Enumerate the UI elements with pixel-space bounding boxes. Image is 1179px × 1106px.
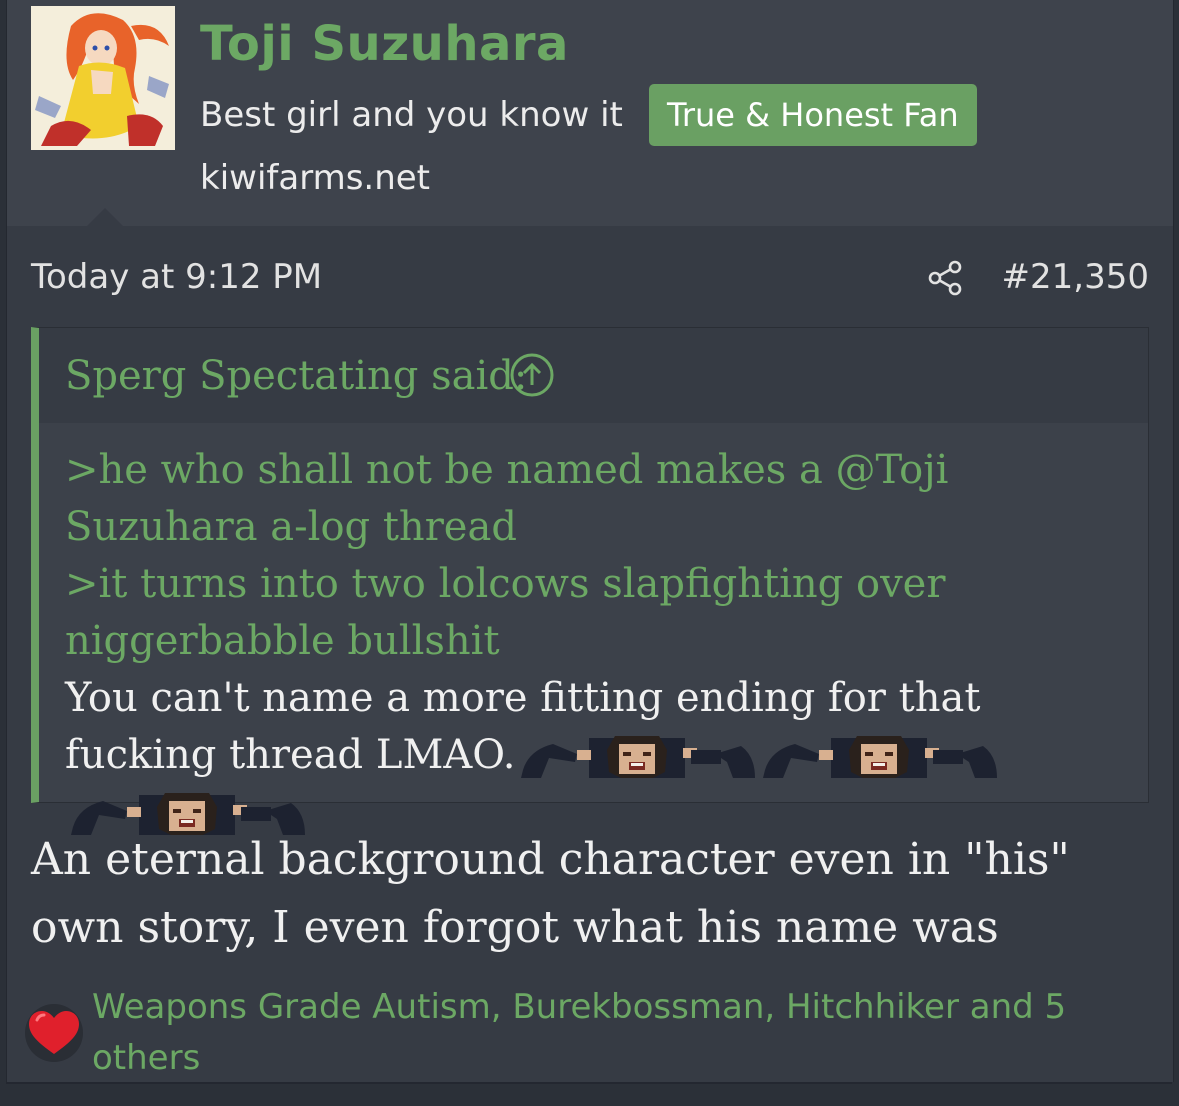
reaction-users-link[interactable]: Weapons Grade Autism, Burekbossman, Hitc… (92, 982, 1142, 1084)
quote-text: >he who shall not be named makes a (65, 447, 836, 493)
divider (6, 1082, 1172, 1084)
quote-body: >he who shall not be named makes a @Toji… (65, 442, 1135, 841)
anime-girl-avatar-icon (31, 6, 175, 150)
quote-greentext-line: >it turns into two lolcows slapfighting … (65, 561, 946, 664)
heart-icon[interactable] (25, 1004, 83, 1062)
quote-text: a-log thread (257, 504, 517, 550)
user-header: Toji Suzuhara Best girl and you know it … (7, 0, 1173, 226)
post-timestamp[interactable]: Today at 9:12 PM (31, 254, 322, 300)
arrow-up-circle-icon[interactable] (509, 352, 555, 398)
user-badge: True & Honest Fan (649, 84, 977, 146)
username[interactable]: Toji Suzuhara (200, 12, 569, 76)
user-site: kiwifarms.net (200, 158, 431, 198)
reply-text: An eternal background character even in … (31, 834, 1070, 953)
quote-header: Sperg Spectating said: (39, 328, 1148, 423)
header-pointer (87, 208, 123, 226)
share-icon[interactable] (925, 258, 965, 298)
post-number[interactable]: #21,350 (1002, 254, 1149, 300)
avatar[interactable] (31, 6, 175, 150)
quote-author[interactable]: Sperg Spectating said: (65, 350, 527, 402)
post: Toji Suzuhara Best girl and you know it … (6, 0, 1174, 1082)
pixel-face-reaction-icon (519, 732, 757, 778)
pixel-face-reaction-icon (761, 732, 999, 778)
quote-block: Sperg Spectating said: >he who shall not… (31, 327, 1149, 835)
user-title: Best girl and you know it (200, 95, 623, 135)
quote-plain-line: You can't name a more fitting ending for… (65, 670, 1135, 841)
quote-greentext-line: >he who shall not be named makes a @Toji… (65, 442, 1135, 556)
